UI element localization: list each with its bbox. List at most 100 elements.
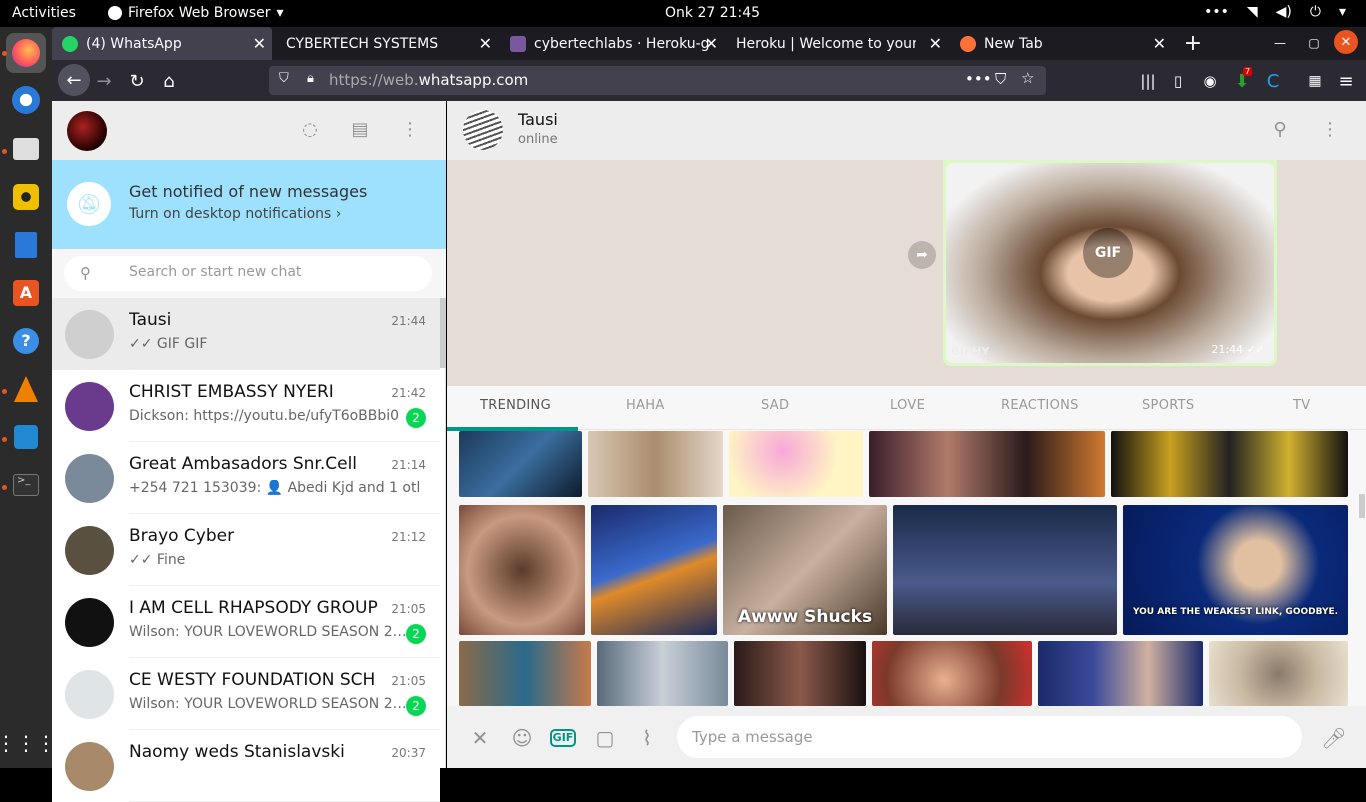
gif-thumbnail[interactable]	[734, 641, 866, 706]
tab-love[interactable]: Love	[890, 398, 925, 413]
gif-scrollbar[interactable]	[1359, 494, 1365, 518]
gif-thumbnail[interactable]: Awww Shucks	[723, 505, 887, 635]
contact-avatar[interactable]	[463, 110, 503, 150]
forward-icon[interactable]: ➦	[908, 241, 936, 269]
tab-tv[interactable]: TV	[1293, 398, 1310, 413]
tab-trending[interactable]: Trending	[480, 398, 551, 413]
gif-thumbnail[interactable]	[1111, 431, 1348, 497]
gif-icon[interactable]: GIF	[550, 729, 576, 747]
bookmark-star-icon[interactable]: ☆	[1021, 69, 1034, 87]
notification-banner[interactable]: 🔕︎ Get notified of new messages Turn on …	[52, 160, 446, 249]
app-menu[interactable]: Firefox Web Browser ▾	[108, 5, 284, 21]
chat-avatar[interactable]	[65, 310, 114, 359]
thunderbird-icon[interactable]	[6, 80, 46, 120]
firefox-dock-icon[interactable]	[6, 33, 46, 73]
menu-dots-icon[interactable]: ⋮	[1318, 119, 1342, 143]
chat-avatar[interactable]	[65, 526, 114, 575]
new-tab-button[interactable]: +	[1179, 29, 1207, 57]
volume-icon[interactable]: ◀)	[1276, 4, 1292, 20]
gif-thumbnail[interactable]	[591, 505, 717, 635]
chat-avatar[interactable]	[65, 382, 114, 431]
chat-list-item[interactable]: Brayo Cyber 21:12 ✓✓ Fine	[52, 514, 440, 586]
microphone-icon[interactable]: 🎤︎	[1321, 726, 1347, 750]
extension-c-icon[interactable]: C	[1259, 67, 1287, 95]
close-tab-icon[interactable]: ✕	[929, 34, 942, 53]
power-icon[interactable]: ⏻	[1310, 4, 1321, 20]
maximize-button[interactable]: ▢	[1300, 29, 1328, 57]
gif-thumbnail[interactable]	[729, 431, 863, 497]
tab-sad[interactable]: Sad	[761, 398, 789, 413]
chat-avatar[interactable]	[65, 598, 114, 647]
emoji-icon[interactable]: ☺	[509, 726, 535, 750]
tab-cybertech[interactable]: CYBERTECH SYSTEMS ✕	[276, 27, 498, 60]
shield-icon[interactable]: ⛉	[279, 71, 289, 86]
message-input[interactable]: Type a message	[677, 716, 1302, 758]
gif-thumbnail[interactable]	[872, 641, 1032, 706]
tab-sports[interactable]: Sports	[1142, 398, 1194, 413]
back-button[interactable]: ←	[58, 64, 90, 96]
close-tab-icon[interactable]: ✕	[1153, 34, 1166, 53]
tab-heroku-welcome[interactable]: Heroku | Welcome to your n ✕	[726, 27, 948, 60]
software-icon[interactable]: A	[6, 273, 46, 313]
help-icon[interactable]: ?	[6, 321, 46, 361]
conversation-header[interactable]: Tausi online ⚲ ⋮	[447, 101, 1366, 160]
search-icon[interactable]: ⚲	[1268, 119, 1292, 143]
notify-link[interactable]: Turn on desktop notifications ›	[129, 206, 341, 222]
chat-list-item[interactable]: Tausi 21:44 ✓✓ GIF GIF	[52, 298, 440, 370]
chevron-down-icon[interactable]: ▾	[1339, 4, 1346, 20]
account-icon[interactable]: ◉	[1196, 67, 1224, 95]
more-icon[interactable]: •••	[1204, 4, 1229, 20]
gif-thumbnail[interactable]	[893, 505, 1117, 635]
activities-button[interactable]: Activities	[12, 5, 76, 21]
attach-icon[interactable]: ⌇	[634, 726, 660, 750]
new-chat-icon[interactable]: ▤	[348, 119, 372, 143]
gif-thumbnail[interactable]	[1038, 641, 1203, 706]
gif-thumbnail[interactable]	[1209, 641, 1348, 706]
gif-thumbnail[interactable]	[459, 431, 582, 497]
pocket-icon[interactable]: ⛉	[995, 70, 1006, 88]
gif-thumbnail[interactable]	[588, 431, 723, 497]
url-text[interactable]: https://web.whatsapp.com	[329, 71, 528, 89]
tab-reactions[interactable]: Reactions	[1001, 398, 1079, 413]
vscode-icon[interactable]	[6, 417, 46, 457]
tab-whatsapp[interactable]: (4) WhatsApp ✕	[52, 27, 272, 60]
terminal-icon[interactable]: >_	[6, 465, 46, 505]
gif-thumbnail[interactable]	[459, 505, 585, 635]
chat-avatar[interactable]	[65, 742, 114, 791]
gif-thumbnail[interactable]	[459, 641, 591, 706]
wifi-icon[interactable]: ◥	[1247, 4, 1258, 20]
home-button[interactable]: ⌂	[155, 67, 183, 95]
forward-button[interactable]: →	[90, 67, 118, 95]
close-icon[interactable]: ✕	[467, 726, 493, 750]
chat-list-item[interactable]: CHRIST EMBASSY NYERI 21:42 Dickson: https:…	[52, 370, 440, 442]
gif-message[interactable]: GIF GIPHY 21:44 ✓✓	[943, 160, 1277, 366]
close-tab-icon[interactable]: ✕	[705, 34, 718, 53]
library-icon[interactable]: |||	[1134, 67, 1162, 95]
chat-avatar[interactable]	[65, 454, 114, 503]
tab-heroku-git[interactable]: cybertechlabs · Heroku-g ✕	[500, 27, 724, 60]
clock[interactable]: Onk 27 21:45	[665, 5, 760, 21]
tab-haha[interactable]: Haha	[626, 398, 665, 413]
writer-icon[interactable]	[6, 225, 46, 265]
extensions-grid-icon[interactable]: ▦	[1301, 67, 1329, 95]
sidebar-toggle-icon[interactable]: ▯	[1164, 67, 1192, 95]
rhythmbox-icon[interactable]	[6, 177, 46, 217]
url-bar[interactable]: ⛉ 🔒︎ https://web.whatsapp.com ••• ⛉ ☆	[269, 66, 1046, 95]
reload-button[interactable]: ↻	[123, 67, 151, 95]
status-icon[interactable]: ◌	[298, 119, 322, 143]
show-apps-icon[interactable]: ⋮⋮⋮	[0, 723, 56, 763]
close-tab-icon[interactable]: ✕	[253, 34, 266, 53]
chat-list-item[interactable]: CE WESTY FOUNDATION SCH 21:05 Wilson: YOUR…	[52, 658, 440, 730]
menu-icon[interactable]: ≡	[1332, 67, 1360, 95]
close-window-button[interactable]: ✕	[1334, 30, 1358, 54]
gif-thumbnail[interactable]: YOU ARE THE WEAKEST LINK, GOODBYE.	[1123, 505, 1348, 635]
chat-list-item[interactable]: Naomy weds Stanislavski 20:37	[52, 730, 440, 802]
system-tray[interactable]: ••• ◥ ◀) ⏻ ▾	[1204, 4, 1346, 20]
sticker-icon[interactable]: ▢	[592, 726, 618, 750]
gif-thumbnail[interactable]	[869, 431, 1105, 497]
download-extension-icon[interactable]: ⬇ 7	[1228, 67, 1256, 95]
profile-avatar[interactable]	[67, 111, 107, 151]
chat-list-item[interactable]: Great Ambasadors Snr.Cell 21:14 +254 721 1…	[52, 442, 440, 514]
vlc-icon[interactable]	[6, 369, 46, 409]
gif-play-badge[interactable]: GIF	[1083, 228, 1133, 278]
